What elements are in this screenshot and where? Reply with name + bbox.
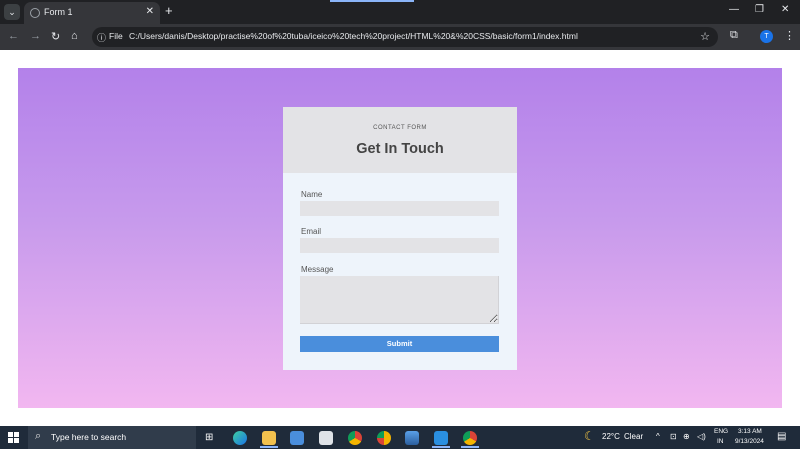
chrome-icon[interactable] [348, 431, 362, 445]
message-label: Message [301, 265, 334, 274]
tab-strip: ⌄ Form 1 ✕ + — ❐ ✕ [0, 0, 800, 24]
name-input[interactable] [300, 201, 499, 216]
contact-form-card: CONTACT FORM Get In Touch Name Email Mes… [283, 107, 517, 370]
reload-icon[interactable]: ↻ [51, 30, 60, 43]
lang-bottom[interactable]: IN [717, 438, 724, 445]
chevron-up-icon[interactable]: ^ [656, 432, 660, 441]
form-eyebrow: CONTACT FORM [373, 125, 427, 131]
url-text[interactable]: C:/Users/danis/Desktop/practise%20of%20t… [129, 31, 578, 41]
clock-time[interactable]: 3:13 AM [738, 428, 762, 435]
vscode-indicator [432, 446, 450, 448]
file-explorer-indicator [260, 446, 278, 448]
tab-close-icon[interactable]: ✕ [146, 6, 154, 17]
taskbar-search[interactable]: ⌕ Type here to search [28, 426, 196, 449]
form-title: Get In Touch [356, 141, 444, 157]
home-icon[interactable]: ⌂ [71, 30, 78, 42]
tab-form-1[interactable]: Form 1 ✕ [24, 2, 160, 24]
file-chip: File [109, 31, 123, 41]
restore-icon[interactable]: ❐ [755, 4, 764, 15]
page-viewport: CONTACT FORM Get In Touch Name Email Mes… [0, 50, 800, 426]
window-close-icon[interactable]: ✕ [781, 4, 789, 15]
store-icon[interactable] [290, 431, 304, 445]
new-tab-button[interactable]: + [165, 3, 173, 18]
submit-button[interactable]: Submit [300, 336, 499, 352]
message-textarea[interactable] [300, 276, 499, 324]
menu-icon[interactable]: ⋮ [784, 29, 795, 42]
bookmark-star-icon[interactable]: ☆ [700, 30, 710, 43]
notification-icon[interactable]: ▤ [777, 431, 786, 442]
weather-temp[interactable]: 22°C [602, 432, 620, 441]
mail-icon[interactable] [319, 431, 333, 445]
vscode-icon[interactable] [434, 431, 448, 445]
search-icon: ⌕ [35, 430, 42, 442]
volume-icon[interactable]: ◁) [697, 432, 706, 441]
tab-search-button[interactable]: ⌄ [4, 4, 20, 20]
globe-icon [30, 8, 40, 18]
network-icon[interactable]: ⊡ [670, 432, 677, 441]
lang-top[interactable]: ENG [714, 428, 728, 435]
back-icon[interactable]: ← [8, 30, 19, 42]
address-bar[interactable]: ⓘ File C:/Users/danis/Desktop/practise%2… [92, 27, 718, 47]
minimize-icon[interactable]: — [729, 4, 739, 15]
windows-start-icon[interactable] [8, 432, 19, 443]
tab-highlight [330, 0, 414, 2]
info-icon[interactable]: ⓘ [97, 31, 106, 44]
profile-avatar[interactable]: T [760, 30, 773, 43]
forward-icon[interactable]: → [30, 30, 41, 42]
chrome-canary-icon[interactable] [377, 431, 391, 445]
weather-text[interactable]: Clear [624, 432, 643, 441]
tab-title: Form 1 [44, 7, 73, 17]
edge-icon[interactable] [233, 431, 247, 445]
clock-date[interactable]: 9/13/2024 [735, 438, 764, 445]
moon-weather-icon[interactable]: ☾ [584, 429, 595, 443]
card-header: CONTACT FORM Get In Touch [283, 107, 517, 173]
task-view-icon[interactable]: ⊞ [205, 432, 213, 443]
gradient-background: CONTACT FORM Get In Touch Name Email Mes… [18, 68, 782, 408]
search-placeholder: Type here to search [51, 432, 127, 442]
chrome-active-icon[interactable] [463, 431, 477, 445]
name-label: Name [301, 190, 323, 199]
file-explorer-icon[interactable] [262, 431, 276, 445]
globe-language-icon[interactable]: ⊕ [683, 432, 690, 441]
browser-toolbar: ← → ↻ ⌂ ⓘ File C:/Users/danis/Desktop/pr… [0, 24, 800, 50]
chrome-active-indicator [461, 446, 479, 448]
taskbar: ⌕ Type here to search ⊞ ☾ 22°C Clear ^ ⊡… [0, 426, 800, 449]
extensions-icon[interactable]: ⧉ [730, 29, 738, 42]
email-input[interactable] [300, 238, 499, 253]
photos-icon[interactable] [405, 431, 419, 445]
email-label: Email [301, 227, 322, 236]
